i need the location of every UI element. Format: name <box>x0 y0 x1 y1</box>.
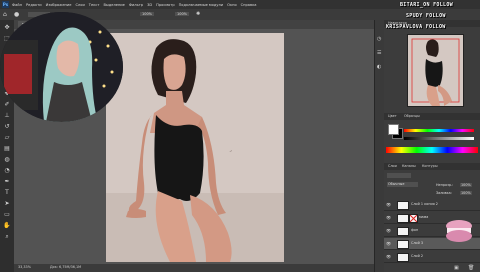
visibility-eye-icon[interactable]: 👁 <box>386 202 391 207</box>
tab-color[interactable]: Цвет <box>388 114 397 118</box>
menu-item[interactable]: Изображение <box>46 3 72 7</box>
webcam-overlay <box>0 12 123 122</box>
gradient-icon[interactable]: ▤ <box>3 145 11 153</box>
menu-items: Файл Редакти Изображение Слои Текст Выделение… <box>12 0 257 9</box>
tab-channels[interactable]: Каналы <box>402 164 416 168</box>
layer-row[interactable]: 👁 Слой 2 <box>384 251 480 263</box>
layer-thumbnail <box>397 214 409 223</box>
status-zoom: 33,33% <box>18 265 31 269</box>
brush-preset-icon[interactable]: ● <box>14 11 19 18</box>
follow-overlay-2: SPUDY FOLLOW <box>406 13 446 19</box>
menu-item[interactable]: Подключаемые модули <box>179 3 223 7</box>
layer-thumbnail <box>397 227 409 236</box>
path-select-icon[interactable]: ➤ <box>3 200 11 208</box>
rectangle-icon[interactable]: ▭ <box>3 211 11 219</box>
status-doc-size: Док: 6,75M/36,1M <box>50 265 82 269</box>
fill-field[interactable]: 100% <box>460 191 472 195</box>
saturation-slider[interactable] <box>404 137 474 140</box>
opacity-label: Непрозр.: <box>436 183 454 187</box>
brush-icon[interactable]: ✐ <box>3 101 11 109</box>
zoom-field[interactable]: 100% <box>140 12 155 16</box>
status-bar: 33,33% Док: 6,75M/36,1M <box>14 264 374 272</box>
blur-icon[interactable]: ◍ <box>3 156 11 164</box>
zoom-icon[interactable]: ⌕ <box>3 233 11 241</box>
history-icon[interactable]: ◷ <box>377 36 381 42</box>
flow-field[interactable]: 100% <box>175 12 190 16</box>
menu-item[interactable]: Справка <box>241 3 257 7</box>
properties-icon[interactable]: ☰ <box>377 50 381 56</box>
follow-overlay-1: BITARI_ON FOLLOW <box>400 2 453 8</box>
menu-item[interactable]: Слои <box>75 3 84 7</box>
hand-icon[interactable]: ✋ <box>3 222 11 230</box>
layer-filter-dropdown[interactable] <box>387 173 411 178</box>
stamp-icon[interactable]: ⊥ <box>3 112 11 120</box>
webcam-image <box>0 12 123 122</box>
move-icon[interactable]: ✥ <box>3 24 11 32</box>
macaron-sticker <box>446 220 472 242</box>
menu-item[interactable]: Окно <box>227 3 237 7</box>
fill-label: Заливка: <box>436 191 452 195</box>
hue-slider[interactable] <box>404 129 474 132</box>
opacity-field[interactable]: 100% <box>460 183 472 187</box>
layer-thumbnail <box>397 240 409 249</box>
trash-icon[interactable]: 🗑 <box>468 265 474 271</box>
layer-name: Слой 1 копия 2 <box>411 202 438 206</box>
text-icon[interactable]: T <box>3 189 11 197</box>
layer-name: мама <box>419 215 429 219</box>
tab-layers[interactable]: Слои <box>388 164 397 168</box>
figure-painting: ~ <box>106 33 284 262</box>
new-layer-icon[interactable]: ▣ <box>454 265 459 271</box>
tab-swatches[interactable]: Образцы <box>404 114 420 118</box>
visibility-eye-icon[interactable]: 👁 <box>386 215 391 220</box>
eraser-icon[interactable]: ▱ <box>3 134 11 142</box>
layer-name: Слой 2 <box>411 254 424 258</box>
history-brush-icon[interactable]: ↺ <box>3 123 11 131</box>
layer-thumbnail <box>397 201 409 210</box>
layer-thumbnail <box>397 253 409 262</box>
layer-mask-thumbnail <box>409 214 418 223</box>
color-panel: Цвет Образцы <box>384 113 480 163</box>
layer-name: фон <box>411 228 419 232</box>
layer-row[interactable]: 👁 Слой 1 копия 2 <box>384 199 480 211</box>
visibility-eye-icon[interactable]: 👁 <box>386 241 391 246</box>
airbrush-icon[interactable]: ✺ <box>196 11 200 17</box>
spectrum-bar[interactable] <box>386 147 478 153</box>
navigator-thumbnail[interactable] <box>407 34 464 107</box>
adjustments-icon[interactable]: ◐ <box>377 64 381 70</box>
home-icon[interactable]: ⌂ <box>3 11 7 18</box>
foreground-color-swatch[interactable] <box>388 124 399 135</box>
color-tabs: Цвет Образцы <box>384 113 480 120</box>
menu-item[interactable]: Файл <box>12 3 22 7</box>
ps-logo-icon[interactable]: Ps <box>2 1 9 8</box>
follow-overlay-3: KRISPAVLOVA FOLLOW <box>386 24 446 30</box>
menu-item[interactable]: Просмотр <box>156 3 174 7</box>
menu-item[interactable]: Выделение <box>103 3 124 7</box>
tab-paths[interactable]: Контуры <box>422 164 438 168</box>
visibility-eye-icon[interactable]: 👁 <box>386 228 391 233</box>
dodge-icon[interactable]: ◔ <box>3 167 11 175</box>
blend-mode-select[interactable]: Обычные <box>387 182 418 187</box>
pen-icon[interactable]: ✒ <box>3 178 11 186</box>
canvas-artwork[interactable]: ~ <box>106 33 284 262</box>
menu-item[interactable]: 3D <box>147 3 152 7</box>
menu-item[interactable]: Редакти <box>26 3 42 7</box>
menu-item[interactable]: Текст <box>89 3 100 7</box>
layer-name: Слой 3 <box>411 241 424 245</box>
navigator-preview <box>408 35 463 106</box>
visibility-eye-icon[interactable]: 👁 <box>386 254 391 259</box>
menu-item[interactable]: Фильтр <box>129 3 143 7</box>
layers-tabs: Слои Каналы Контуры <box>384 163 480 170</box>
